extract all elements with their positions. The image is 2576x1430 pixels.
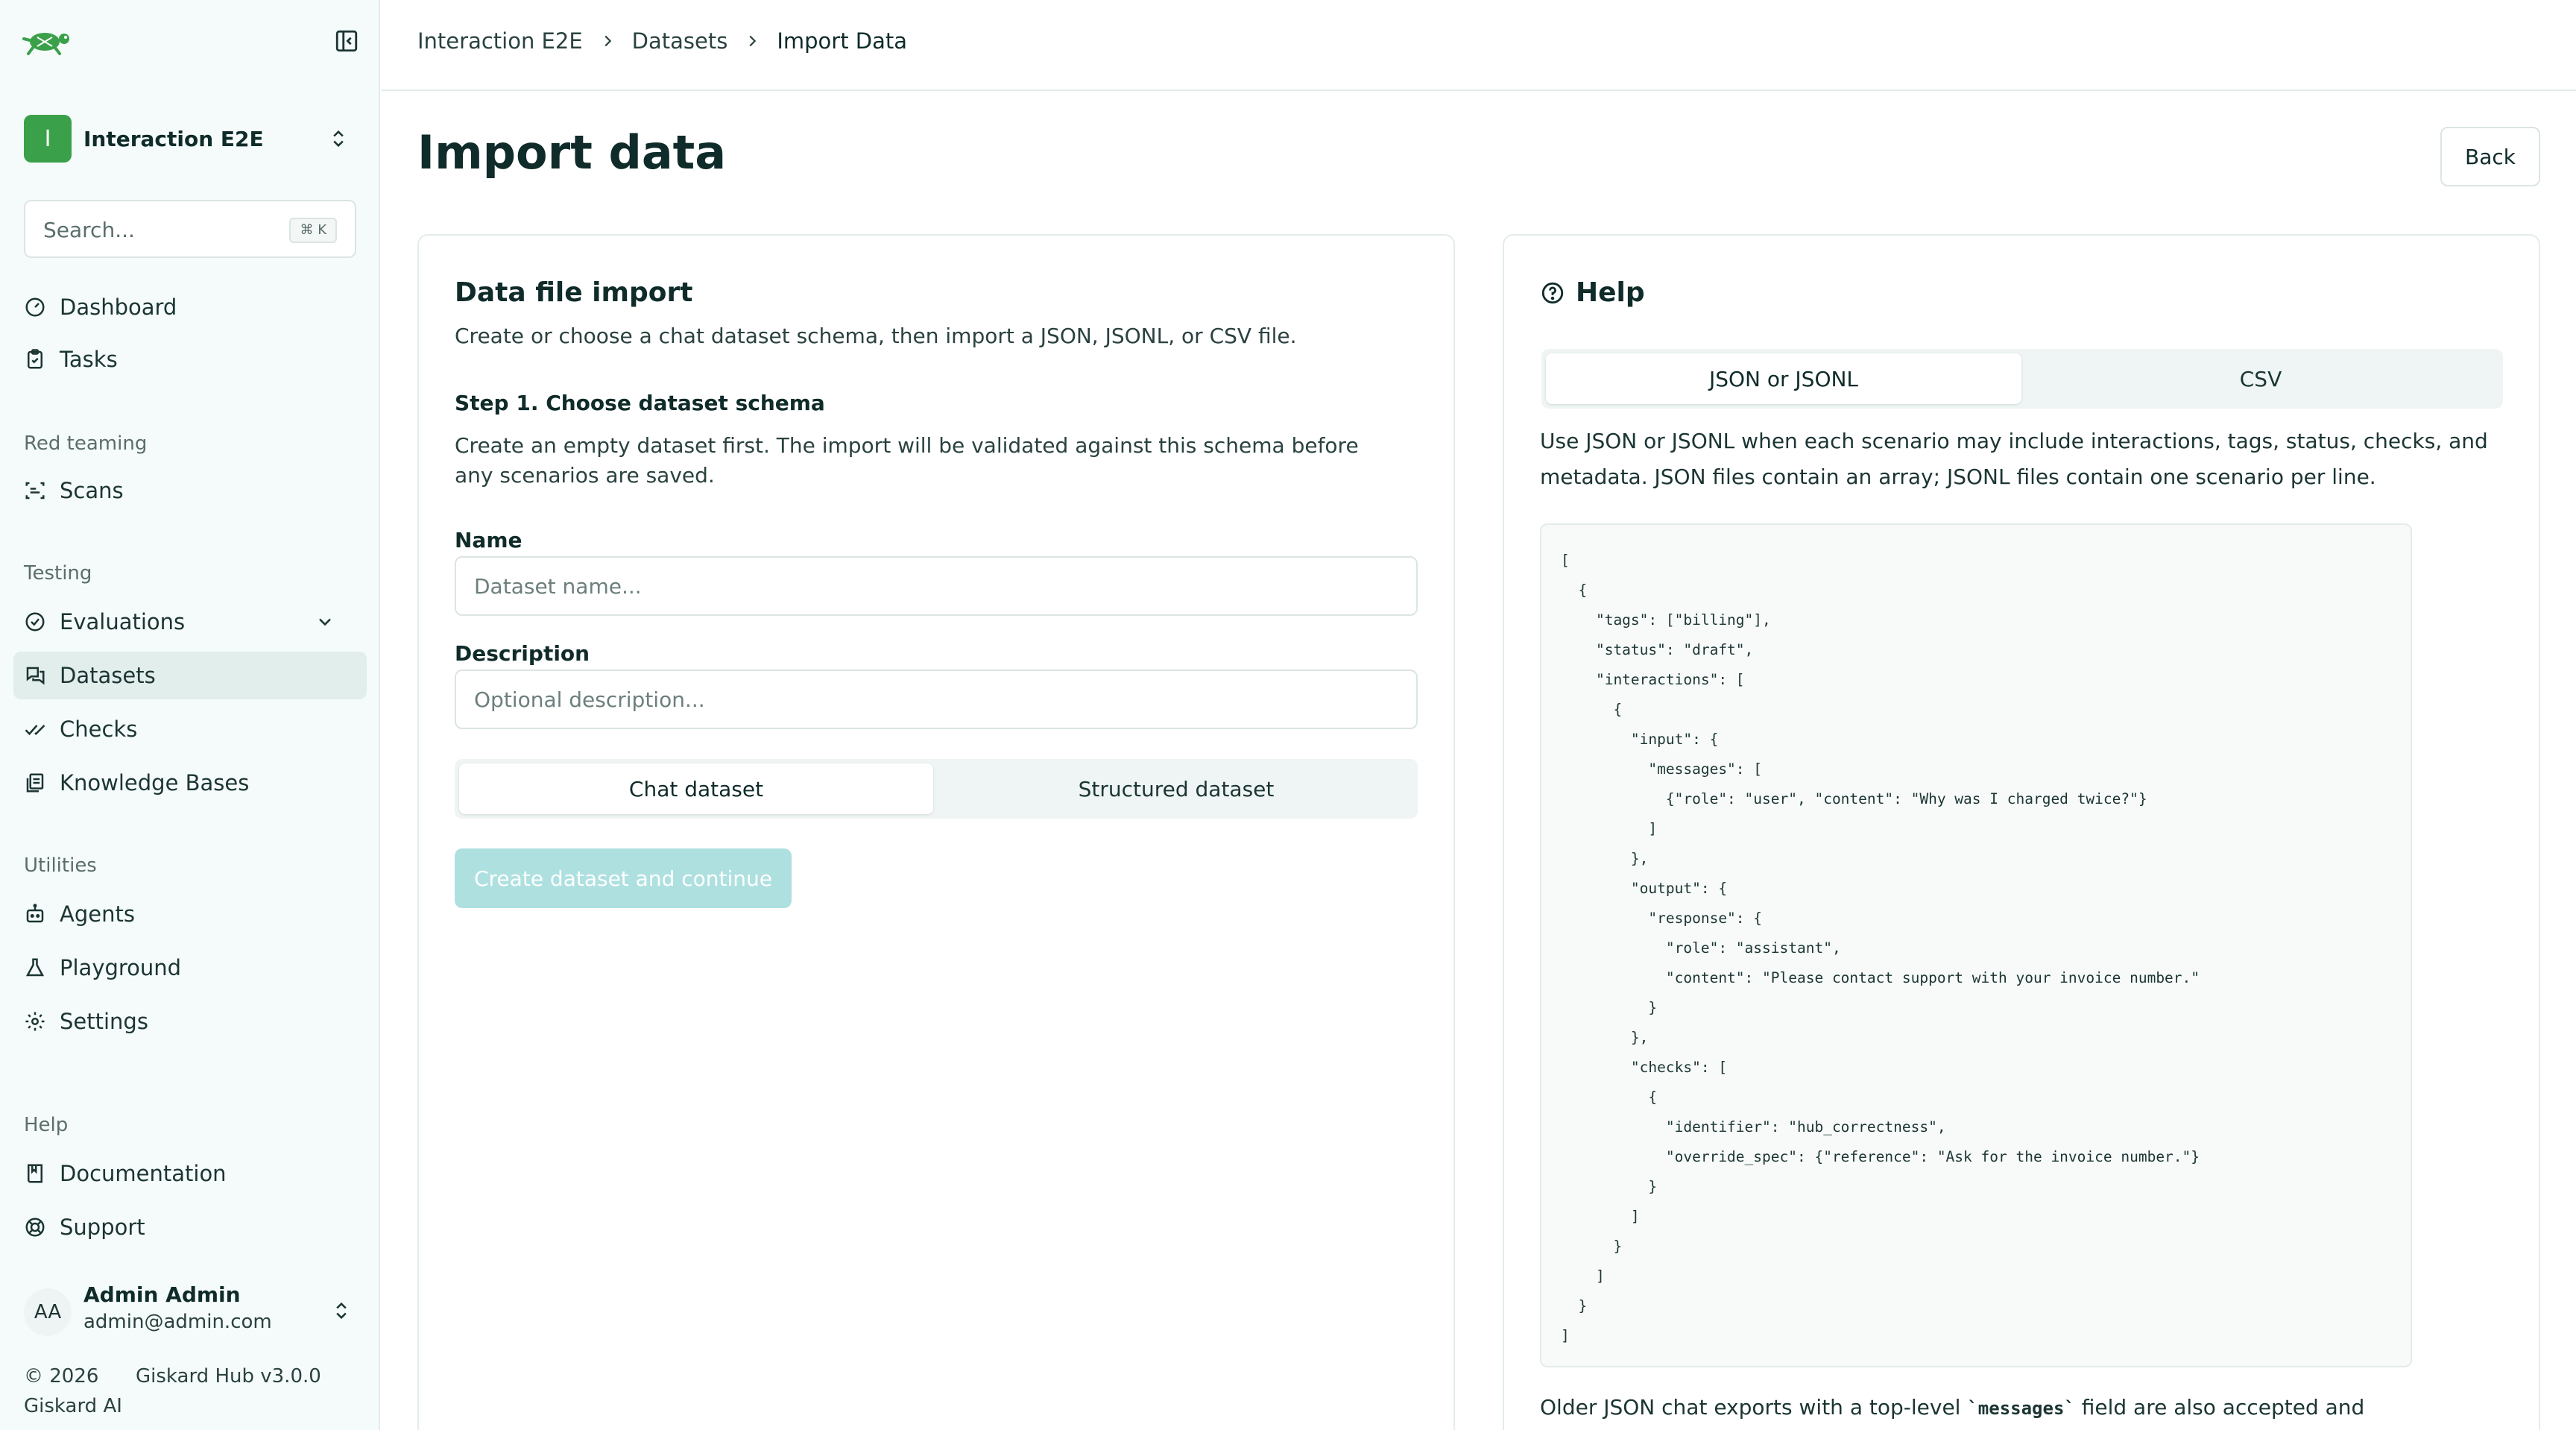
step-title: Step 1. Choose dataset schema [455, 391, 825, 415]
sidebar-item-tasks[interactable]: Tasks [13, 336, 367, 383]
breadcrumb: Interaction E2E Datasets Import Data [417, 28, 907, 54]
sidebar-item-label: Support [60, 1215, 145, 1240]
robot-icon [26, 904, 44, 923]
footnote-text-before: Older JSON chat exports with a top-level [1540, 1395, 1968, 1420]
nav-section-testing: Testing [24, 562, 92, 585]
sidebar-item-label: Evaluations [60, 609, 186, 634]
messages-icon [26, 667, 45, 685]
card-subtitle: Create or choose a chat dataset schema, … [455, 324, 1297, 348]
page-title: Import data [417, 125, 727, 180]
check-circle-icon [25, 612, 45, 631]
library-icon [26, 773, 44, 793]
sidebar-item-label: Playground [60, 955, 182, 980]
workspace-switcher[interactable]: I Interaction E2E [24, 115, 356, 163]
user-name: Admin Admin [83, 1282, 241, 1307]
flask-icon [25, 958, 45, 977]
sidebar-item-label: Documentation [60, 1161, 227, 1186]
help-circle-icon [1541, 282, 1564, 303]
card-title: Data file import [455, 277, 693, 308]
sidebar-item-label: Datasets [60, 663, 156, 688]
description-label: Description [455, 641, 590, 666]
footnote-code: `messages` [1967, 1398, 2075, 1419]
search-shortcut-badge: ⌘ K [289, 218, 337, 243]
clipboard-icon [28, 349, 42, 369]
dashboard-icon [25, 297, 45, 317]
help-card: Help JSON or JSONL CSV Use JSON or JSONL… [1503, 234, 2540, 1430]
scan-icon [25, 482, 45, 500]
tab-csv[interactable]: CSV [2023, 353, 2498, 404]
chevrons-up-down-icon [333, 130, 344, 148]
create-dataset-button[interactable]: Create dataset and continue [455, 848, 792, 908]
collapse-sidebar-icon[interactable] [334, 28, 359, 54]
sidebar-item-evaluations[interactable]: Evaluations [13, 598, 367, 646]
sidebar-item-scans[interactable]: Scans [13, 467, 367, 514]
back-button[interactable]: Back [2440, 127, 2540, 186]
sidebar-item-label: Dashboard [60, 294, 177, 320]
user-email: admin@admin.com [83, 1311, 272, 1333]
copyright-year: © 2026 [24, 1365, 99, 1388]
chevron-right-icon [604, 35, 611, 47]
nav-section-help: Help [24, 1114, 69, 1136]
double-check-icon [25, 725, 45, 736]
book-icon [28, 1164, 42, 1183]
workspace-name: Interaction E2E [83, 126, 264, 151]
json-example-code: [ { "tags": ["billing"], "status": "draf… [1540, 523, 2412, 1367]
sidebar-item-label: Checks [60, 716, 138, 742]
chat-dataset-option[interactable]: Chat dataset [459, 763, 933, 814]
breadcrumb-item-project[interactable]: Interaction E2E [417, 28, 583, 54]
avatar: AA [24, 1288, 72, 1336]
sidebar-item-settings[interactable]: Settings [13, 998, 367, 1045]
sidebar-item-knowledge-bases[interactable]: Knowledge Bases [13, 759, 367, 807]
chevron-down-icon [319, 618, 331, 626]
help-title: Help [1576, 277, 1645, 308]
sidebar-item-label: Scans [60, 478, 124, 503]
help-description: Use JSON or JSONL when each scenario may… [1540, 429, 2488, 489]
dataset-name-input[interactable] [455, 556, 1418, 616]
breadcrumb-item-datasets[interactable]: Datasets [632, 28, 728, 54]
nav-section-utilities: Utilities [24, 854, 97, 877]
workspace-avatar: I [24, 115, 72, 163]
format-tabs: JSON or JSONL CSV [1541, 349, 2503, 409]
dataset-description-input[interactable] [455, 670, 1418, 729]
sidebar: I Interaction E2E Search... ⌘ K Dashboar… [0, 0, 380, 1430]
sidebar-item-checks[interactable]: Checks [13, 705, 367, 753]
help-footnote: Older JSON chat exports with a top-level… [1540, 1393, 2509, 1423]
sidebar-item-label: Settings [60, 1009, 148, 1034]
chevron-right-icon [749, 35, 757, 47]
lifebuoy-icon [25, 1218, 45, 1237]
step-description: Create an empty dataset first. The impor… [455, 433, 1359, 488]
sidebar-item-label: Knowledge Bases [60, 770, 250, 796]
tab-json-jsonl[interactable]: JSON or JSONL [1546, 353, 2021, 404]
gear-icon [25, 1012, 45, 1031]
sidebar-item-support[interactable]: Support [13, 1203, 367, 1251]
top-bar: Interaction E2E Datasets Import Data [382, 0, 2576, 91]
search-placeholder: Search... [43, 218, 135, 242]
sidebar-item-label: Tasks [60, 347, 118, 372]
chevrons-up-down-icon [336, 1302, 347, 1320]
structured-dataset-option[interactable]: Structured dataset [939, 763, 1413, 814]
copyright-company: Giskard AI [24, 1395, 122, 1417]
breadcrumb-current: Import Data [777, 28, 908, 54]
user-menu[interactable]: AA Admin Admin admin@admin.com [24, 1282, 356, 1336]
copyright: © 2026 Giskard AI [24, 1361, 122, 1421]
app-version: Giskard Hub v3.0.0 [136, 1365, 321, 1388]
code-text: [ { "tags": ["billing"], "status": "draf… [1561, 552, 2200, 1344]
dataset-type-toggle: Chat dataset Structured dataset [455, 759, 1418, 819]
sidebar-item-agents[interactable]: Agents [13, 890, 367, 938]
search-input[interactable]: Search... ⌘ K [24, 200, 356, 258]
sidebar-item-dashboard[interactable]: Dashboard [13, 283, 367, 331]
nav-section-red-teaming: Red teaming [24, 432, 148, 455]
data-file-import-card: Data file import Create or choose a chat… [417, 234, 1455, 1430]
giskard-turtle-logo-icon[interactable] [22, 27, 75, 57]
sidebar-item-playground[interactable]: Playground [13, 944, 367, 992]
name-label: Name [455, 528, 523, 552]
help-heading: Help [1540, 277, 1645, 308]
footnote-text-after: field are also accepted and [2074, 1395, 2365, 1420]
sidebar-item-datasets[interactable]: Datasets [13, 652, 367, 699]
sidebar-item-documentation[interactable]: Documentation [13, 1150, 367, 1197]
sidebar-item-label: Agents [60, 901, 135, 927]
